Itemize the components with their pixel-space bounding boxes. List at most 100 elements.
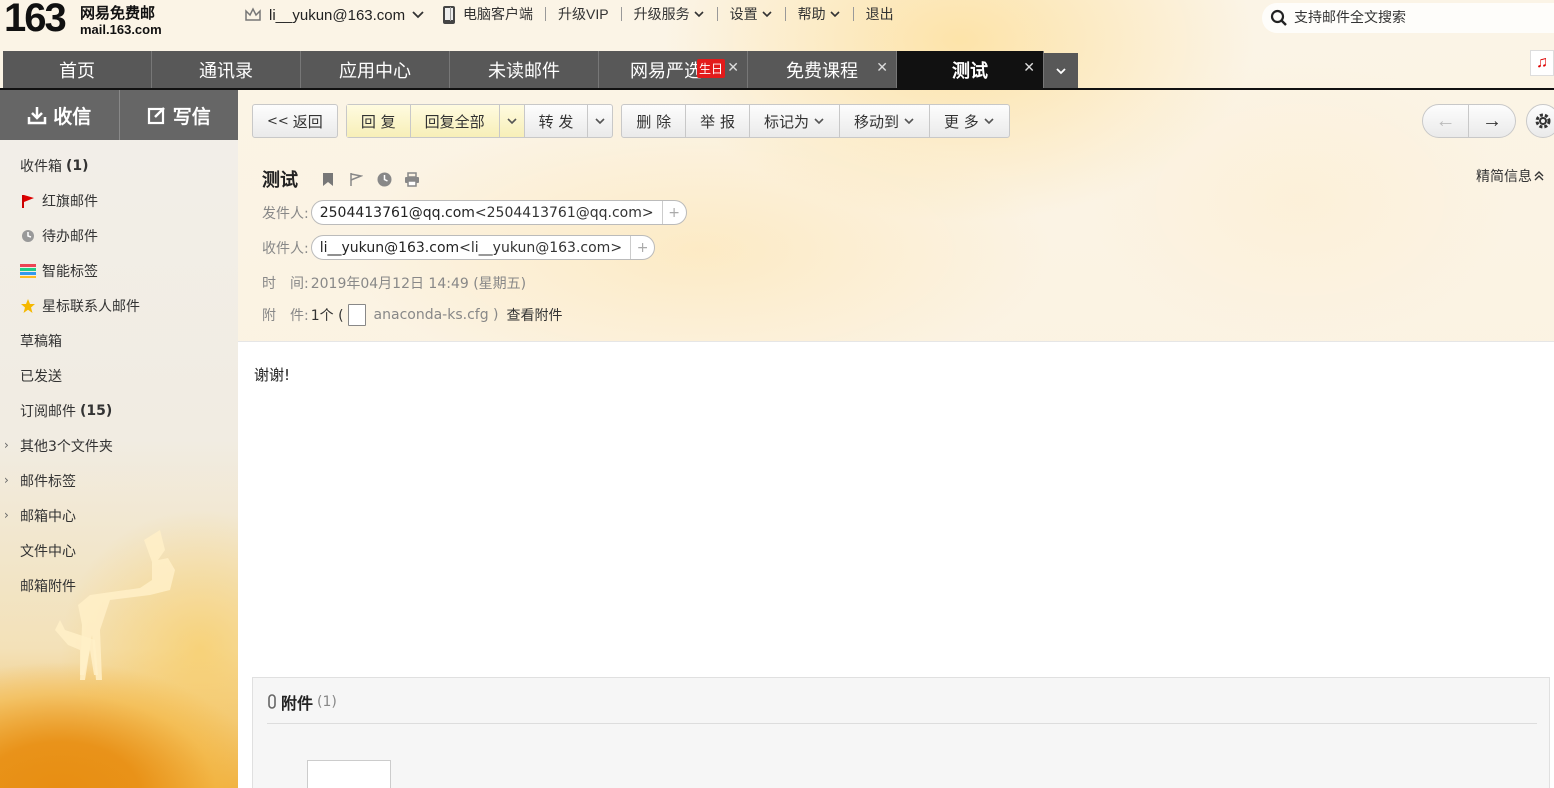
forward-dropdown[interactable] bbox=[588, 105, 612, 137]
attachment-section: 附件 (1) bbox=[252, 677, 1550, 788]
chevron-right-icon[interactable]: › bbox=[4, 508, 9, 522]
folder-label: 红旗邮件 bbox=[42, 193, 98, 210]
chevron-down-icon bbox=[507, 118, 517, 125]
attachment-thumbnail[interactable] bbox=[307, 760, 391, 788]
folder-label: 文件中心 bbox=[20, 543, 76, 560]
back-button[interactable]: << 返回 bbox=[253, 105, 337, 137]
tab-unread[interactable]: 未读邮件 bbox=[450, 51, 599, 88]
tab-more-button[interactable] bbox=[1044, 53, 1078, 88]
folder-sent[interactable]: 已发送 bbox=[0, 358, 238, 393]
reply-button[interactable]: 回 复 bbox=[346, 105, 411, 137]
logo-brand: 网易免费邮 bbox=[80, 4, 156, 22]
report-button[interactable]: 举 报 bbox=[686, 105, 750, 137]
delete-button[interactable]: 删 除 bbox=[622, 105, 687, 137]
folder-label: 星标联系人邮件 bbox=[42, 298, 140, 315]
add-contact-icon[interactable]: + bbox=[630, 236, 654, 259]
attachment-section-count: (1) bbox=[317, 694, 337, 710]
receive-button[interactable]: 收信 bbox=[0, 90, 120, 140]
bookmark-icon[interactable] bbox=[320, 171, 336, 187]
tab-courses[interactable]: 免费课程 ✕ bbox=[748, 51, 897, 88]
folder-file-center[interactable]: 文件中心 bbox=[0, 533, 238, 568]
back-label: 返回 bbox=[292, 112, 323, 131]
tab-apps[interactable]: 应用中心 bbox=[301, 51, 450, 88]
folder-smart-tags[interactable]: 智能标签 bbox=[0, 253, 238, 288]
mail-subject: 测试 bbox=[262, 170, 298, 191]
crown-icon bbox=[245, 7, 261, 21]
search-input[interactable] bbox=[1294, 10, 1534, 26]
gear-icon[interactable] bbox=[1526, 104, 1554, 138]
mail-body: 谢谢! 附件 (1) bbox=[238, 341, 1554, 788]
back-group: << 返回 bbox=[252, 104, 338, 138]
sender-chip[interactable]: 2504413761@qq.com<2504413761@qq.com> + bbox=[310, 200, 687, 225]
divider bbox=[267, 723, 1537, 724]
compose-button[interactable]: 写信 bbox=[120, 90, 239, 140]
topnav-logout[interactable]: 退出 bbox=[854, 4, 906, 24]
move-to-label: 移动到 bbox=[853, 112, 899, 131]
add-contact-icon[interactable]: + bbox=[661, 201, 686, 224]
topnav-help[interactable]: 帮助 bbox=[786, 4, 853, 24]
chevron-down-icon bbox=[694, 11, 704, 18]
forward-button[interactable]: 转 发 bbox=[525, 105, 589, 137]
flag-icon bbox=[20, 193, 36, 209]
star-icon bbox=[20, 298, 36, 314]
folder-flagged[interactable]: 红旗邮件 bbox=[0, 183, 238, 218]
tab-home[interactable]: 首页 bbox=[3, 51, 152, 88]
folder-subscriptions[interactable]: 订阅邮件 (15) bbox=[0, 393, 238, 428]
chevron-right-icon[interactable]: › bbox=[4, 473, 9, 487]
folder-inbox[interactable]: 收件箱 (1) bbox=[0, 148, 238, 183]
attachment-label: 附 件: bbox=[262, 308, 309, 324]
reply-group: 回 复 回复全部 转 发 bbox=[345, 104, 614, 138]
close-icon[interactable]: ✕ bbox=[727, 60, 739, 76]
folder-mailbox-center[interactable]: › 邮箱中心 bbox=[0, 498, 238, 533]
chevron-down-icon bbox=[595, 118, 605, 125]
flag-icon[interactable] bbox=[348, 171, 364, 187]
folder-label: 其他3个文件夹 bbox=[20, 438, 113, 455]
chevron-down-icon bbox=[762, 11, 772, 18]
arrow-right-icon[interactable]: → bbox=[1469, 105, 1515, 137]
sender-name: 2504413761@qq.com bbox=[319, 204, 475, 221]
folder-drafts[interactable]: 草稿箱 bbox=[0, 323, 238, 358]
attachment-name[interactable]: anaconda-ks.cfg ) bbox=[374, 307, 499, 323]
reply-dropdown[interactable] bbox=[499, 105, 525, 137]
close-icon[interactable]: ✕ bbox=[1023, 60, 1035, 76]
move-to-button[interactable]: 移动到 bbox=[840, 105, 930, 137]
top-bar: 163 网易免费邮 mail.163.com li__yukun@163.com… bbox=[0, 0, 1554, 50]
from-row: 发件人: 2504413761@qq.com<2504413761@qq.com… bbox=[262, 200, 687, 225]
unread-count: (15) bbox=[80, 402, 113, 419]
topnav-client[interactable]: 电脑客户端 bbox=[451, 4, 545, 24]
tab-label: 测试 bbox=[952, 60, 988, 82]
folder-other-folders[interactable]: › 其他3个文件夹 bbox=[0, 428, 238, 463]
tab-yanxuan[interactable]: 网易严选 生日 ✕ bbox=[599, 51, 748, 88]
tab-current-mail[interactable]: 测试 ✕ bbox=[897, 51, 1044, 88]
folder-starred-contacts[interactable]: 星标联系人邮件 bbox=[0, 288, 238, 323]
file-icon bbox=[347, 304, 366, 326]
clock-icon[interactable] bbox=[376, 171, 392, 187]
mail-subject-row: 测试 bbox=[262, 166, 420, 192]
topnav-settings[interactable]: 设置 bbox=[718, 4, 785, 24]
topnav-upgrade[interactable]: 升级服务 bbox=[622, 4, 717, 24]
mark-as-button[interactable]: 标记为 bbox=[750, 105, 840, 137]
more-button[interactable]: 更 多 bbox=[930, 105, 1009, 137]
user-menu[interactable]: li__yukun@163.com bbox=[243, 5, 457, 25]
tag-stack-icon bbox=[20, 263, 36, 279]
tab-bar: 首页 通讯录 应用中心 未读邮件 网易严选 生日 ✕ 免费课程 ✕ 测试 ✕ bbox=[0, 50, 1554, 90]
chevron-right-icon[interactable]: › bbox=[4, 438, 9, 452]
tab-contacts[interactable]: 通讯录 bbox=[152, 51, 301, 88]
logo[interactable]: 163 网易免费邮 mail.163.com bbox=[4, 0, 174, 44]
recipient-chip[interactable]: li__yukun@163.com<li__yukun@163.com> + bbox=[310, 235, 656, 260]
search-icon[interactable] bbox=[1270, 9, 1288, 27]
print-icon[interactable] bbox=[404, 171, 420, 187]
folder-todo[interactable]: 待办邮件 bbox=[0, 218, 238, 253]
topnav-vip[interactable]: 升级VIP bbox=[546, 4, 621, 24]
brief-info-toggle[interactable]: 精简信息 bbox=[1476, 166, 1544, 186]
music-icon[interactable]: ♫ bbox=[1530, 50, 1554, 76]
folder-mail-tags[interactable]: › 邮件标签 bbox=[0, 463, 238, 498]
close-icon[interactable]: ✕ bbox=[876, 60, 888, 76]
folder-attachments[interactable]: 邮箱附件 bbox=[0, 568, 238, 603]
mail-body-text: 谢谢! bbox=[254, 366, 291, 384]
arrow-left-icon[interactable]: ← bbox=[1423, 105, 1469, 137]
view-attachment-link[interactable]: 查看附件 bbox=[507, 305, 563, 325]
compose-icon bbox=[147, 107, 165, 125]
reply-all-button[interactable]: 回复全部 bbox=[410, 105, 500, 137]
chevron-down-icon bbox=[830, 11, 840, 18]
